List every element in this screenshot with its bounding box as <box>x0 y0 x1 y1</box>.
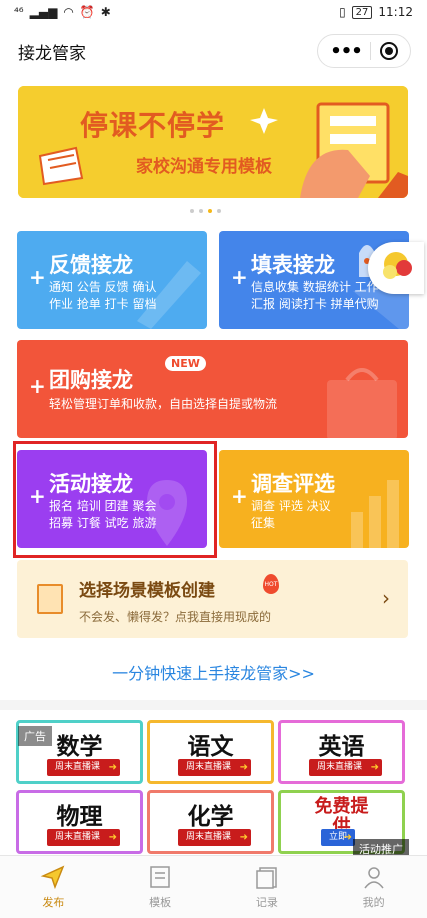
tab-profile[interactable]: 我的 <box>320 856 427 918</box>
ad-tile-pill: 周末直播课 <box>178 829 252 846</box>
miniprogram-capsule: ••• <box>317 34 411 68</box>
card-subtitle: 通知 公告 反馈 确认 <box>49 280 157 294</box>
ad-tile-pill: 立即 <box>321 829 356 846</box>
carousel-dot-active <box>208 209 212 213</box>
scene-template-banner[interactable]: 选择场景模板创建 HOT 不会发、懒得发？点我直接用现成的 › <box>17 560 408 638</box>
cellular-icon: ▂▄▆ <box>29 5 58 19</box>
battery-icon: 27 <box>351 5 373 19</box>
carousel-indicator <box>190 209 221 213</box>
app-title: 接龙管家 <box>18 43 86 64</box>
ad-tile[interactable]: 英语 周末直播课 <box>278 720 405 784</box>
ad-tile-subject: 物理 <box>56 803 103 830</box>
clock: 11:12 <box>378 5 413 19</box>
tab-label: 模板 <box>149 896 172 909</box>
banner-title: 停课不停学 <box>80 109 226 142</box>
close-icon[interactable] <box>379 42 398 60</box>
document-icon <box>37 584 63 614</box>
tab-record[interactable]: 记录 <box>214 856 321 918</box>
carousel-dot <box>217 209 221 213</box>
group-buy-chain-card[interactable]: + 团购接龙 NEW 轻松管理订单和收款，自由选择自提或物流 <box>17 340 408 438</box>
quick-start-link[interactable]: 一分钟快速上手接龙管家>> <box>0 660 427 684</box>
tab-label: 发布 <box>42 896 65 909</box>
status-bar: ⁴⁶ ▂▄▆ ◠ ⏰ ✱ ▯ 27 11:12 <box>0 0 427 24</box>
feedback-chain-card[interactable]: + 反馈接龙 通知 公告 反馈 确认 作业 抢单 打卡 留档 <box>17 231 207 329</box>
promo-banner[interactable]: 停课不停学 家校沟通专用模板 <box>18 86 408 198</box>
plus-icon: + <box>231 265 248 289</box>
banner-subtitle: 家校沟通专用模板 <box>136 157 272 177</box>
tab-label: 记录 <box>255 896 278 909</box>
section-divider <box>0 700 427 710</box>
ad-tile-subject: 化学 <box>187 803 234 830</box>
alarm-icon: ⏰ <box>79 5 95 19</box>
card-subtitle: 汇报 阅读打卡 拼单代购 <box>251 297 379 311</box>
tab-label: 我的 <box>362 896 385 909</box>
card-subtitle: 征集 <box>251 516 276 530</box>
plus-icon: + <box>29 265 46 289</box>
nav-bar: 接龙管家 ••• <box>0 30 427 72</box>
card-subtitle: 轻松管理订单和收款，自由选择自提或物流 <box>49 397 278 411</box>
plus-icon: + <box>231 484 248 508</box>
carousel-dot <box>199 209 203 213</box>
ad-tile-pill: 周末直播课 <box>178 759 252 776</box>
tab-publish[interactable]: 发布 <box>0 856 107 918</box>
ad-tile-pill: 周末直播课 <box>47 829 121 846</box>
carousel-dot <box>190 209 194 213</box>
tab-template[interactable]: 模板 <box>107 856 214 918</box>
ad-tile-pill: 周末直播课 <box>309 759 383 776</box>
more-icon[interactable]: ••• <box>330 41 363 62</box>
bottom-tab-bar: 发布 模板 记录 我的 <box>0 855 427 918</box>
ad-tile[interactable]: 语文 周末直播课 <box>147 720 274 784</box>
bluetooth-icon: ✱ <box>100 5 111 19</box>
ad-label: 广告 <box>18 726 52 746</box>
battery-level: 27 <box>355 6 369 18</box>
new-badge: NEW <box>165 356 206 371</box>
chevron-right-icon: › <box>382 586 390 610</box>
vibrate-icon: ▯ <box>339 5 346 19</box>
survey-chain-card[interactable]: + 调查评选 调查 评选 决议 征集 <box>219 450 409 548</box>
template-icon <box>150 866 170 888</box>
card-title: 调查评选 <box>251 472 335 496</box>
record-icon <box>256 867 277 889</box>
scene-subtitle: 不会发、懒得发？点我直接用现成的 <box>79 610 272 624</box>
capsule-divider <box>370 42 372 60</box>
hot-badge: HOT <box>263 574 279 594</box>
profile-icon <box>364 867 384 889</box>
wifi-icon: ◠ <box>63 5 74 19</box>
ad-tile[interactable]: 化学 周末直播课 <box>147 790 274 854</box>
card-subtitle: 信息收集 数据统计 工作 <box>251 280 379 294</box>
signal-indicator: ⁴⁶ <box>14 5 24 19</box>
ad-tile-pill: 周末直播课 <box>47 759 121 776</box>
scene-title: 选择场景模板创建 <box>79 581 215 601</box>
plus-icon: + <box>29 374 46 398</box>
card-title: 团购接龙 <box>49 368 133 392</box>
floating-button[interactable] <box>368 242 424 294</box>
ad-tile-subject: 英语 <box>318 733 365 760</box>
selection-highlight <box>13 441 217 558</box>
ad-tile[interactable]: 物理 周末直播课 <box>16 790 143 854</box>
card-subtitle: 作业 抢单 打卡 留档 <box>49 297 157 311</box>
ad-tile-subject: 语文 <box>187 733 234 760</box>
send-icon <box>41 865 65 890</box>
mascot-icon <box>383 252 412 279</box>
card-subtitle: 调查 评选 决议 <box>251 499 331 513</box>
card-title: 填表接龙 <box>251 253 335 277</box>
card-title: 反馈接龙 <box>49 253 133 277</box>
